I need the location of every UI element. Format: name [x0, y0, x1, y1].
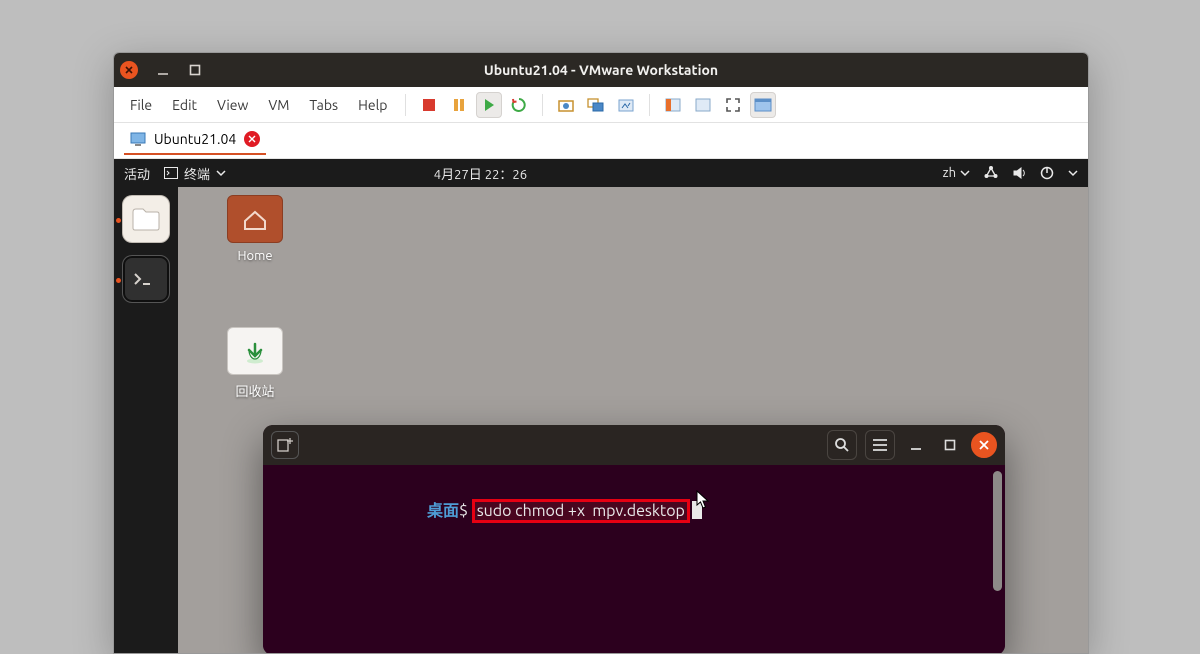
close-icon[interactable]	[120, 61, 138, 79]
menu-edit[interactable]: Edit	[164, 93, 205, 117]
chevron-down-icon	[960, 168, 970, 178]
vmware-menubar: File Edit View VM Tabs Help	[114, 87, 1088, 123]
enter-fullscreen-icon[interactable]	[720, 92, 746, 118]
menu-vm[interactable]: VM	[260, 93, 297, 117]
prompt-sep: $	[459, 502, 472, 520]
terminal-icon	[131, 268, 161, 290]
snapshot-icon[interactable]	[553, 92, 579, 118]
desktop-icon-label: 回收站	[218, 381, 292, 400]
menu-tabs[interactable]: Tabs	[301, 93, 346, 117]
guest-viewport: 活动 终端 4月27日 22：26 zh	[114, 159, 1088, 653]
screenshot-icon[interactable]	[613, 92, 639, 118]
chevron-down-icon	[1068, 168, 1078, 178]
window-controls	[120, 61, 202, 79]
terminal-line: 桌面$ sudo chmod +x mpv.desktop	[383, 479, 702, 539]
terminal-body[interactable]: 桌面$ sudo chmod +x mpv.desktop	[263, 465, 1005, 654]
terminal-command: sudo chmod +x mpv.desktop	[472, 499, 690, 523]
desktop[interactable]: Home 回收站	[178, 187, 1088, 653]
vm-tab[interactable]: Ubuntu21.04	[124, 127, 266, 155]
snapshot-manager-icon[interactable]	[583, 92, 609, 118]
dock-terminal[interactable]	[122, 255, 170, 303]
desktop-icon-label: Home	[218, 249, 292, 263]
input-method-label: zh	[943, 166, 956, 180]
separator	[649, 94, 650, 116]
monitor-icon	[130, 131, 146, 147]
app-label: 终端	[184, 164, 210, 183]
prompt-dir: 桌面	[427, 502, 459, 520]
console-view-icon[interactable]	[750, 92, 776, 118]
desktop-icon-home[interactable]: Home	[218, 195, 292, 263]
menu-view[interactable]: View	[209, 93, 256, 117]
separator	[405, 94, 406, 116]
activities-button[interactable]: 活动	[124, 164, 150, 183]
scrollbar[interactable]	[993, 471, 1002, 591]
trash-icon	[227, 327, 283, 375]
chevron-down-icon	[216, 168, 226, 178]
terminal-small-icon	[164, 167, 178, 179]
search-icon	[834, 437, 850, 453]
terminal-headerbar[interactable]	[263, 425, 1005, 465]
power-icon	[1040, 166, 1054, 180]
vm-tab-label: Ubuntu21.04	[154, 131, 236, 147]
tab-close-icon[interactable]	[244, 131, 260, 147]
restart-icon[interactable]	[506, 92, 532, 118]
close-icon	[979, 440, 989, 450]
play-icon[interactable]	[476, 92, 502, 118]
ubuntu-dock	[114, 187, 178, 653]
minimize-icon[interactable]	[156, 63, 170, 77]
vmware-window: Ubuntu21.04 - VMware Workstation File Ed…	[113, 52, 1089, 654]
fullscreen-view-icon[interactable]	[690, 92, 716, 118]
vmware-titlebar[interactable]: Ubuntu21.04 - VMware Workstation	[114, 53, 1088, 87]
hamburger-icon	[873, 439, 887, 451]
gnome-topbar: 活动 终端 4月27日 22：26 zh	[114, 159, 1088, 187]
menu-file[interactable]: File	[122, 93, 160, 117]
hamburger-button[interactable]	[865, 430, 895, 460]
stop-icon[interactable]	[416, 92, 442, 118]
separator	[542, 94, 543, 116]
minimize-button[interactable]	[903, 432, 929, 458]
new-tab-button[interactable]	[271, 431, 299, 459]
files-icon	[131, 206, 161, 232]
mouse-cursor-icon	[696, 490, 710, 510]
terminal-window: 桌面$ sudo chmod +x mpv.desktop	[263, 425, 1005, 654]
pause-icon[interactable]	[446, 92, 472, 118]
close-button[interactable]	[971, 432, 997, 458]
menu-help[interactable]: Help	[350, 93, 395, 117]
home-folder-icon	[227, 195, 283, 243]
vm-tabstrip: Ubuntu21.04	[114, 123, 1088, 159]
window-title: Ubuntu21.04 - VMware Workstation	[484, 62, 718, 78]
maximize-icon[interactable]	[188, 63, 202, 77]
clock[interactable]: 4月27日 22：26	[434, 164, 527, 183]
maximize-button[interactable]	[937, 432, 963, 458]
unity-icon[interactable]	[660, 92, 686, 118]
app-indicator[interactable]: 终端	[164, 164, 226, 183]
desktop-icon-trash[interactable]: 回收站	[218, 327, 292, 400]
network-icon	[984, 166, 998, 180]
system-tray[interactable]: zh	[943, 166, 1078, 180]
search-button[interactable]	[827, 430, 857, 460]
volume-icon	[1012, 166, 1026, 180]
dock-files[interactable]	[122, 195, 170, 243]
